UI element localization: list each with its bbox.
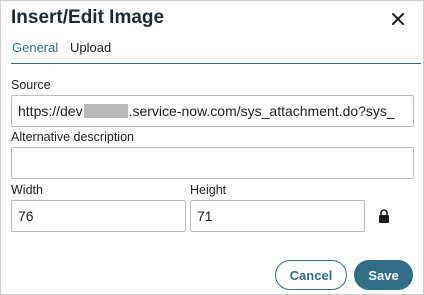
tab-divider (11, 63, 421, 64)
width-input[interactable]: 76 (11, 200, 186, 232)
height-input[interactable]: 71 (190, 200, 365, 232)
close-button[interactable] (387, 8, 409, 30)
tab-upload[interactable]: Upload (70, 39, 111, 61)
close-icon (392, 13, 404, 25)
width-label: Width (11, 183, 43, 197)
alt-description-input[interactable] (11, 147, 414, 179)
cancel-button[interactable]: Cancel (275, 260, 347, 290)
dialog-title: Insert/Edit Image (11, 7, 165, 28)
insert-edit-image-dialog: Insert/Edit Image General Upload Source … (0, 0, 424, 295)
source-value-suffix: .service-now.com/sys_attachment.do?sys_ (128, 103, 395, 119)
lock-icon[interactable] (378, 209, 390, 223)
tab-bar: General Upload (1, 39, 423, 63)
alt-description-label: Alternative description (11, 130, 134, 144)
height-label: Height (190, 183, 227, 197)
source-label: Source (11, 78, 51, 92)
source-value-prefix: https://dev (18, 103, 83, 119)
tab-general[interactable]: General (12, 39, 58, 61)
redacted-region (83, 104, 128, 118)
save-button[interactable]: Save (354, 260, 413, 290)
source-input[interactable]: https://dev .service-now.com/sys_attachme… (11, 95, 414, 127)
